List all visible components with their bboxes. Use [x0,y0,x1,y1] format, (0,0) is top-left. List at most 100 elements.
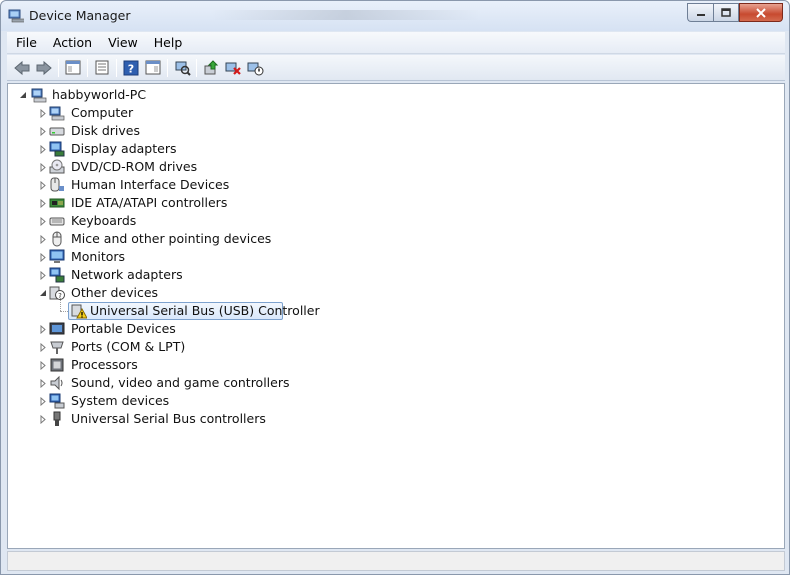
expand-arrow-icon[interactable] [38,378,48,388]
update-driver-button[interactable] [200,57,222,79]
disable-icon [247,62,263,75]
disk-drive-icon [49,127,65,136]
expand-arrow-icon[interactable] [38,180,48,190]
tree-category-human-interface-devices[interactable]: Human Interface Devices [8,176,328,194]
tree-category-label: Human Interface Devices [71,177,230,192]
tree-device-usb-controller[interactable]: Universal Serial Bus (USB) Controller [8,302,328,320]
show-hide-action-pane-button[interactable] [142,57,164,79]
toolbar-separator [58,58,59,77]
help-icon: ? [123,60,139,75]
console-tree-icon [65,60,81,75]
svg-text:?: ? [128,62,134,75]
menu-view[interactable]: View [100,35,146,50]
title-bar[interactable]: Device Manager [1,1,789,31]
tree-category-label: Other devices [71,285,159,300]
device-manager-window: Device Manager File Action View Help ? h… [0,0,790,575]
tree-category-ide-ata-atapi-controllers[interactable]: IDE ATA/ATAPI controllers [8,194,328,212]
tree-category-label: Disk drives [71,123,140,138]
ide-controller-icon [49,198,65,208]
display-adapter-icon [49,141,65,157]
tree-category-universal-serial-bus-controllers[interactable]: Universal Serial Bus controllers [8,410,328,428]
expand-arrow-icon[interactable] [38,198,48,208]
tree-category-label: Display adapters [71,141,177,156]
tree-category-label: Keyboards [71,213,137,228]
tree-category-label: System devices [71,393,170,408]
expand-arrow-icon[interactable] [38,270,48,280]
tree-category-label: Processors [71,357,138,372]
menu-help[interactable]: Help [146,35,191,50]
tree-category-other-devices[interactable]: ? Other devices [8,284,328,302]
tree-root-label: habbyworld-PC [52,87,147,102]
computer-icon [49,106,65,121]
window-title: Device Manager [29,8,131,23]
menu-action[interactable]: Action [45,35,100,50]
tree-category-keyboards[interactable]: Keyboards [8,212,328,230]
menu-file[interactable]: File [7,35,45,50]
show-hide-console-tree-button[interactable] [62,57,84,79]
toolbar-separator [196,58,197,77]
uninstall-button[interactable] [222,57,244,79]
expand-arrow-icon[interactable] [38,144,48,154]
expand-arrow-icon[interactable] [38,108,48,118]
tree-category-sound-video-and-game-controllers[interactable]: Sound, video and game controllers [8,374,328,392]
expand-arrow-icon[interactable] [38,252,48,262]
toolbar: ? [7,55,785,81]
properties-icon [95,60,109,75]
expand-arrow-icon[interactable] [38,126,48,136]
status-bar [7,551,785,571]
minimize-button[interactable] [687,3,713,22]
tree-category-computer[interactable]: Computer [8,104,328,122]
help-button[interactable]: ? [120,57,142,79]
tree-category-label: Computer [71,105,134,120]
tree-category-disk-drives[interactable]: Disk drives [8,122,328,140]
tree-category-label: Universal Serial Bus controllers [71,411,266,426]
expand-arrow-icon[interactable] [38,216,48,226]
scan-hardware-icon [175,61,191,76]
close-button[interactable] [739,3,783,22]
processor-icon [50,358,64,372]
tree-category-monitors[interactable]: Monitors [8,248,328,266]
expand-arrow-icon[interactable] [38,396,48,406]
collapse-arrow-icon[interactable] [18,90,28,100]
mouse-icon [52,231,62,247]
tree-device-label: Universal Serial Bus (USB) Controller [90,303,320,318]
tree-category-label: Network adapters [71,267,183,282]
tree-category-mice-and-other-pointing-devices[interactable]: Mice and other pointing devices [8,230,328,248]
disable-button[interactable] [244,57,266,79]
scan-hardware-button[interactable] [171,57,193,79]
tree-category-ports-com-lpt[interactable]: Ports (COM & LPT) [8,338,328,356]
tree-category-dvd-cd-rom-drives[interactable]: DVD/CD-ROM drives [8,158,328,176]
expand-arrow-icon[interactable] [38,414,48,424]
usb-controller-icon [53,411,61,426]
computer-root-icon [31,88,47,103]
properties-button[interactable] [91,57,113,79]
toolbar-separator [167,58,168,77]
title-blur-region [211,10,481,20]
toolbar-separator [116,58,117,77]
tree-category-portable-devices[interactable]: Portable Devices [8,320,328,338]
network-adapter-icon [49,267,65,283]
tree-category-label: DVD/CD-ROM drives [71,159,198,174]
sound-icon [50,375,63,391]
expand-arrow-icon[interactable] [38,162,48,172]
expand-arrow-icon[interactable] [38,360,48,370]
collapse-arrow-icon[interactable] [38,288,48,298]
tree-category-network-adapters[interactable]: Network adapters [8,266,328,284]
forward-button[interactable] [33,57,55,79]
tree-category-processors[interactable]: Processors [8,356,328,374]
tree-category-system-devices[interactable]: System devices [8,392,328,410]
device-tree[interactable]: habbyworld-PC Computer Disk drives Display… [7,83,785,549]
update-driver-icon [204,59,218,74]
expand-arrow-icon[interactable] [38,234,48,244]
tree-category-label: IDE ATA/ATAPI controllers [71,195,228,210]
action-pane-icon [145,60,161,75]
tree-category-display-adapters[interactable]: Display adapters [8,140,328,158]
maximize-button[interactable] [713,3,739,22]
window-controls [687,3,783,22]
warning-device-icon [71,304,87,319]
back-button[interactable] [11,57,33,79]
expand-arrow-icon[interactable] [38,342,48,352]
tree-root[interactable]: habbyworld-PC [8,86,308,104]
dvd-drive-icon [49,159,65,174]
expand-arrow-icon[interactable] [38,324,48,334]
